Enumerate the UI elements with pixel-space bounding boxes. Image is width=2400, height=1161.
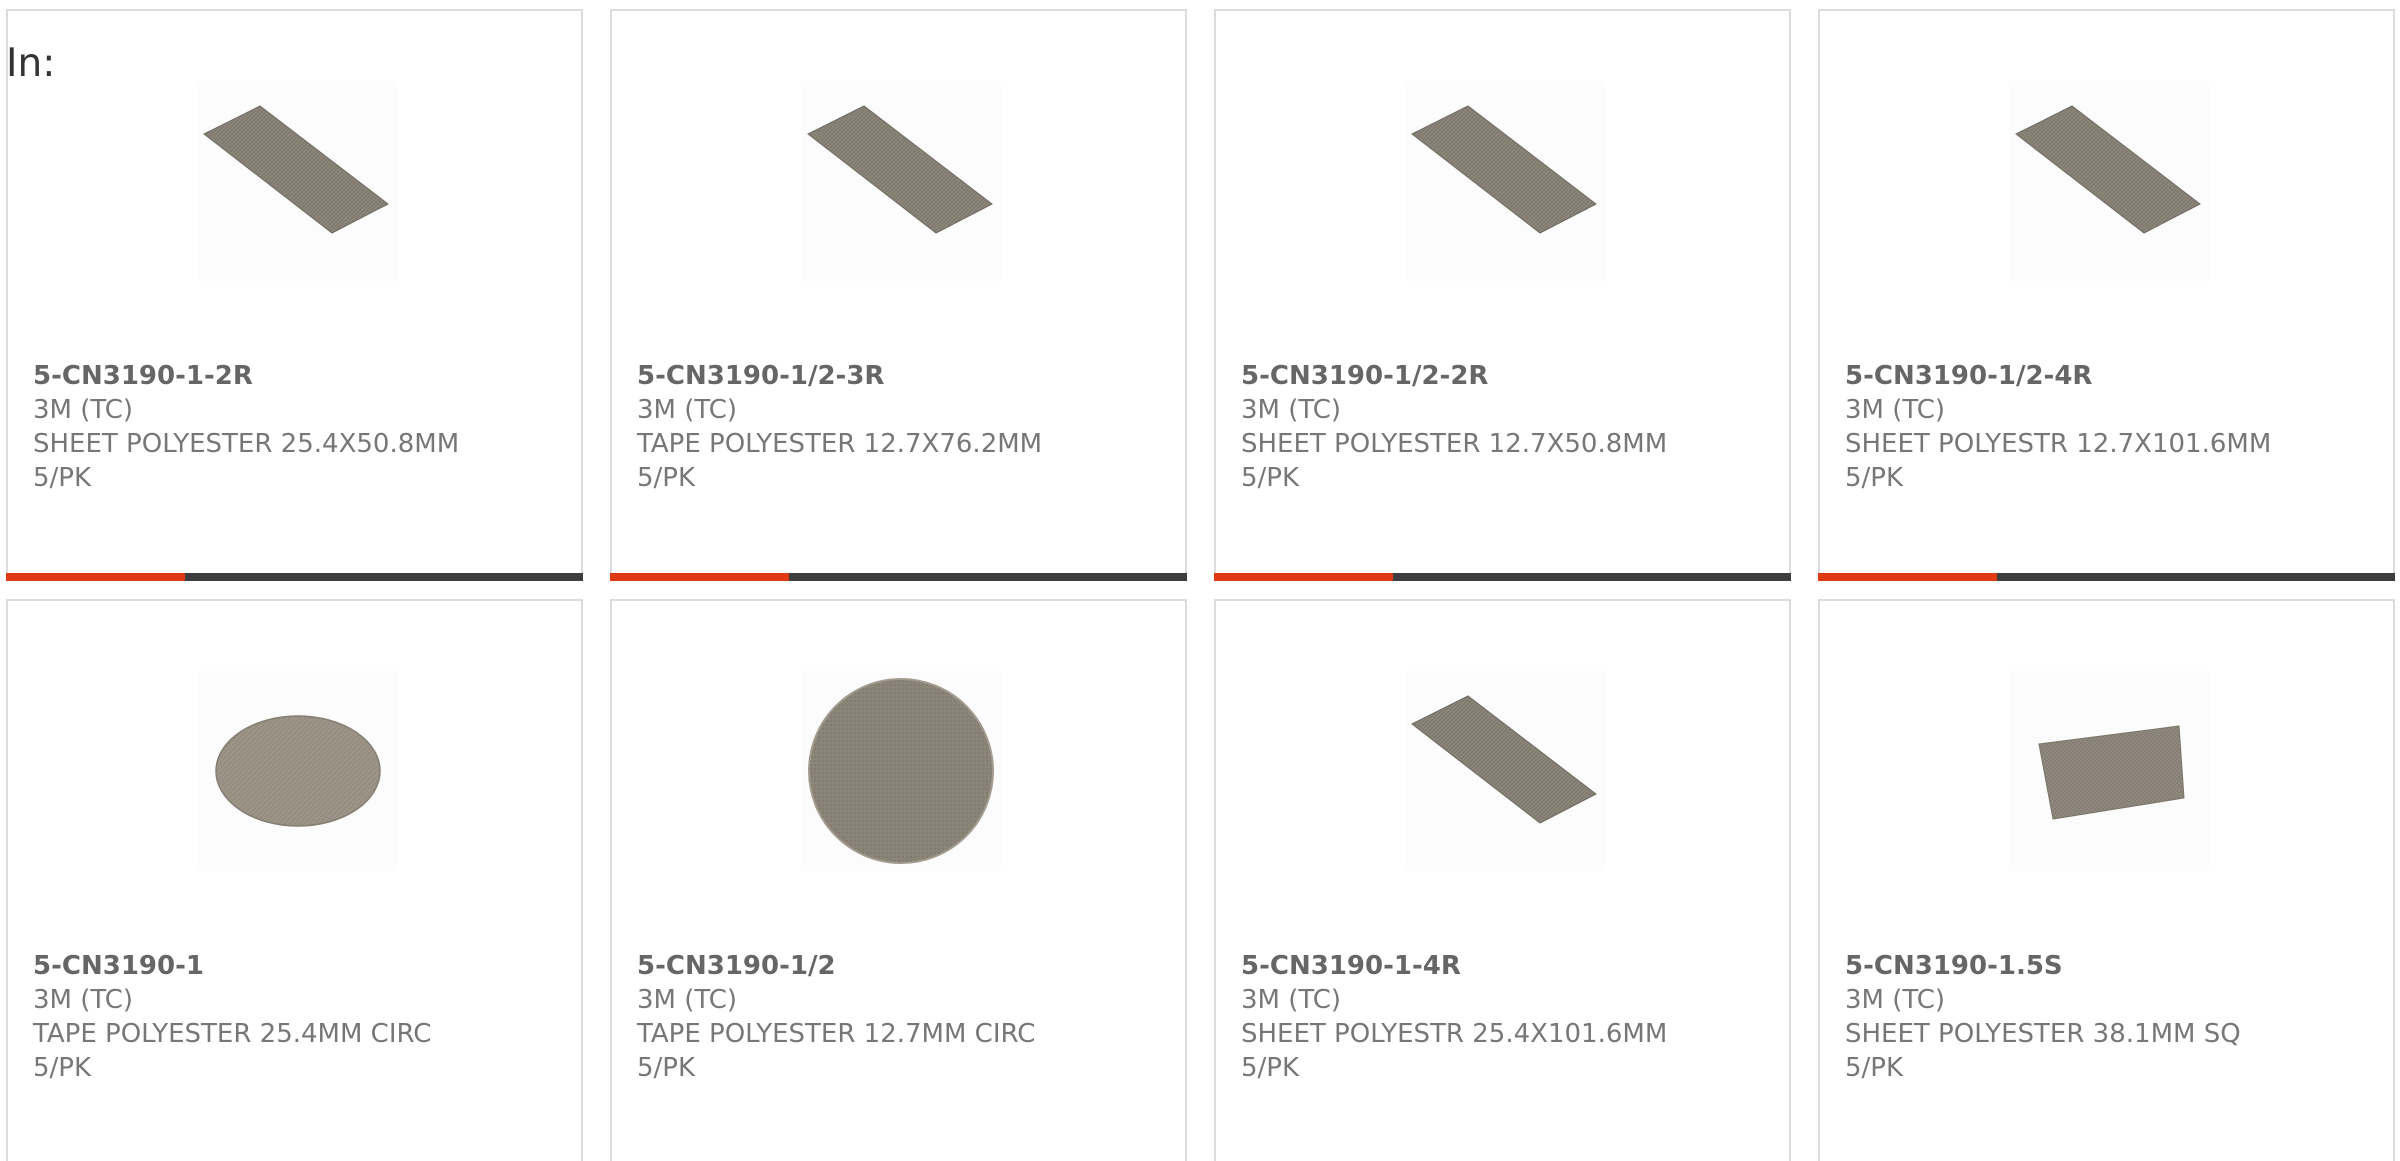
polyester-strip-image	[203, 105, 389, 234]
brand: 3M (TC)	[1845, 985, 1946, 1015]
product-card[interactable]: 5-CN3190-1.5S 3M (TC) SHEET POLYESTER 38…	[1818, 599, 2395, 1161]
pack-size: 5/PK	[33, 463, 92, 493]
part-number[interactable]: 5-CN3190-1-2R	[33, 359, 459, 393]
stock-bar	[610, 573, 1187, 581]
polyester-square-image	[2038, 725, 2185, 820]
product-image[interactable]	[2009, 81, 2209, 281]
part-number[interactable]: 5-CN3190-1/2-4R	[1845, 359, 2271, 393]
product-card[interactable]: 5-CN3190-1-2R 3M (TC) SHEET POLYESTER 25…	[6, 9, 583, 581]
polyester-strip-image	[1411, 695, 1597, 824]
stock-bar-fill	[610, 573, 789, 581]
brand: 3M (TC)	[1241, 395, 1342, 425]
product-card[interactable]: 5-CN3190-1/2-2R 3M (TC) SHEET POLYESTER …	[1214, 9, 1791, 581]
description: SHEET POLYESTER 38.1MM SQ	[1845, 1019, 2241, 1049]
product-card[interactable]: 5-CN3190-1/2-3R 3M (TC) TAPE POLYESTER 1…	[610, 9, 1187, 581]
product-card[interactable]: 5-CN3190-1/2 3M (TC) TAPE POLYESTER 12.7…	[610, 599, 1187, 1161]
product-image[interactable]	[1405, 671, 1605, 871]
pack-size: 5/PK	[637, 1053, 696, 1083]
pack-size: 5/PK	[1845, 1053, 1904, 1083]
stock-bar-fill	[1818, 573, 1997, 581]
stock-bar	[6, 573, 583, 581]
stock-bar-fill	[6, 573, 185, 581]
product-info: 5-CN3190-1/2 3M (TC) TAPE POLYESTER 12.7…	[637, 949, 1035, 1085]
product-info: 5-CN3190-1.5S 3M (TC) SHEET POLYESTER 38…	[1845, 949, 2241, 1085]
description: SHEET POLYESTER 12.7X50.8MM	[1241, 429, 1668, 459]
product-card[interactable]: 5-CN3190-1/2-4R 3M (TC) SHEET POLYESTR 1…	[1818, 9, 2395, 581]
brand: 3M (TC)	[637, 985, 738, 1015]
product-image[interactable]	[801, 81, 1001, 281]
product-image[interactable]	[197, 81, 397, 281]
description: TAPE POLYESTER 25.4MM CIRC	[33, 1019, 432, 1049]
polyester-strip-image	[807, 105, 993, 234]
product-image[interactable]	[801, 671, 1001, 871]
product-image[interactable]	[197, 671, 397, 871]
description: SHEET POLYESTER 25.4X50.8MM	[33, 429, 460, 459]
description: SHEET POLYESTR 25.4X101.6MM	[1241, 1019, 1668, 1049]
product-info: 5-CN3190-1/2-4R 3M (TC) SHEET POLYESTR 1…	[1845, 359, 2271, 495]
polyester-strip-image	[2015, 105, 2201, 234]
stock-bar	[1214, 573, 1791, 581]
product-card[interactable]: 5-CN3190-1-4R 3M (TC) SHEET POLYESTR 25.…	[1214, 599, 1791, 1161]
pack-size: 5/PK	[1241, 1053, 1300, 1083]
part-number[interactable]: 5-CN3190-1-4R	[1241, 949, 1667, 983]
stock-bar-fill	[1214, 573, 1393, 581]
stock-bar	[1818, 573, 2395, 581]
brand: 3M (TC)	[637, 395, 738, 425]
description: TAPE POLYESTER 12.7X76.2MM	[637, 429, 1043, 459]
brand: 3M (TC)	[33, 985, 134, 1015]
part-number[interactable]: 5-CN3190-1/2	[637, 949, 1035, 983]
in-label: In:	[6, 41, 56, 86]
product-info: 5-CN3190-1/2-2R 3M (TC) SHEET POLYESTER …	[1241, 359, 1667, 495]
product-card[interactable]: 5-CN3190-1 3M (TC) TAPE POLYESTER 25.4MM…	[6, 599, 583, 1161]
product-image[interactable]	[2009, 671, 2209, 871]
polyester-strip-image	[1411, 105, 1597, 234]
pack-size: 5/PK	[1845, 463, 1904, 493]
product-info: 5-CN3190-1 3M (TC) TAPE POLYESTER 25.4MM…	[33, 949, 431, 1085]
pack-size: 5/PK	[33, 1053, 92, 1083]
pack-size: 5/PK	[637, 463, 696, 493]
polyester-disc-image	[808, 678, 994, 864]
brand: 3M (TC)	[1845, 395, 1946, 425]
part-number[interactable]: 5-CN3190-1/2-3R	[637, 359, 1042, 393]
brand: 3M (TC)	[1241, 985, 1342, 1015]
product-info: 5-CN3190-1-4R 3M (TC) SHEET POLYESTR 25.…	[1241, 949, 1667, 1085]
product-info: 5-CN3190-1/2-3R 3M (TC) TAPE POLYESTER 1…	[637, 359, 1042, 495]
brand: 3M (TC)	[33, 395, 134, 425]
description: TAPE POLYESTER 12.7MM CIRC	[637, 1019, 1036, 1049]
product-image[interactable]	[1405, 81, 1605, 281]
pack-size: 5/PK	[1241, 463, 1300, 493]
polyester-ellipse-image	[215, 715, 381, 827]
part-number[interactable]: 5-CN3190-1/2-2R	[1241, 359, 1667, 393]
description: SHEET POLYESTR 12.7X101.6MM	[1845, 429, 2272, 459]
part-number[interactable]: 5-CN3190-1	[33, 949, 431, 983]
product-info: 5-CN3190-1-2R 3M (TC) SHEET POLYESTER 25…	[33, 359, 459, 495]
part-number[interactable]: 5-CN3190-1.5S	[1845, 949, 2241, 983]
